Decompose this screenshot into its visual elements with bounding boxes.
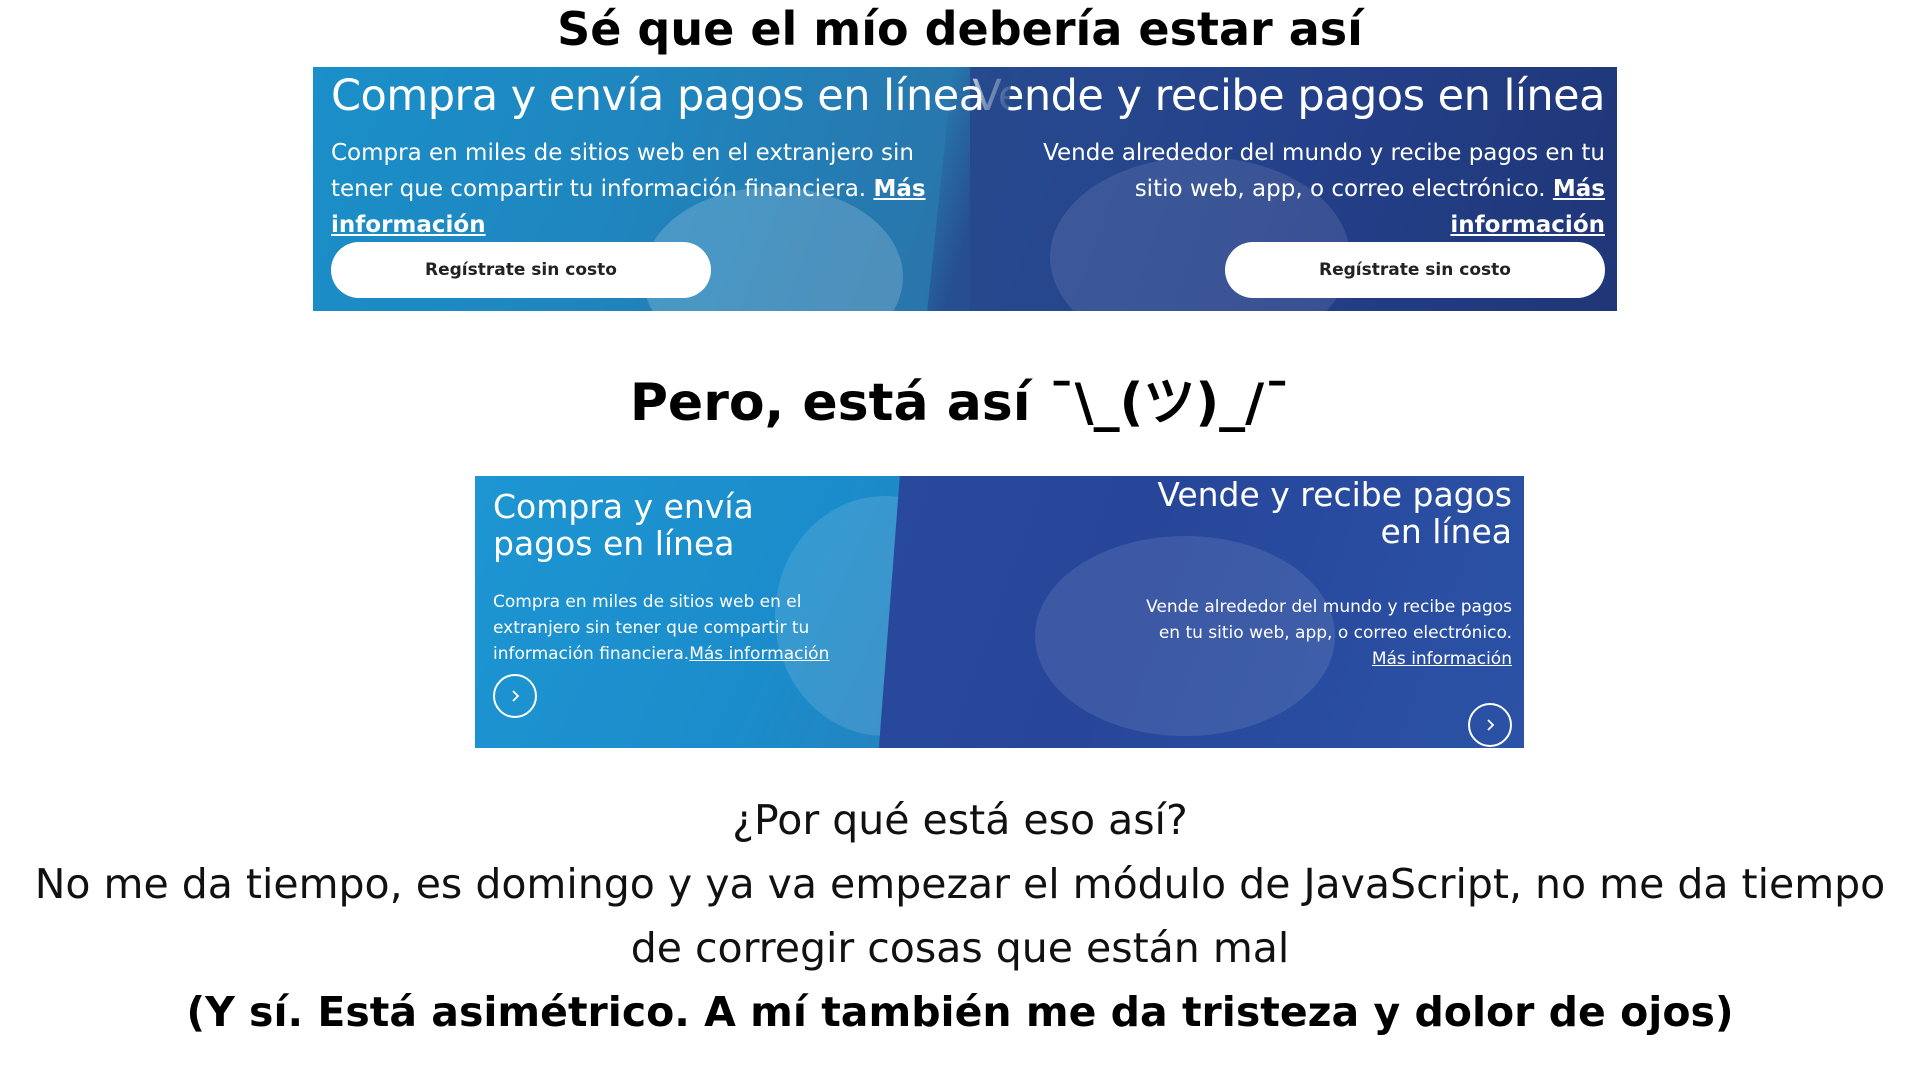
banner-actual-left-arrow-button[interactable] <box>493 674 537 718</box>
banner-actual-left-text: Compra en miles de sitios web en el extr… <box>493 589 833 667</box>
banner-expected-left-description: Compra en miles de sitios web en el extr… <box>331 140 914 202</box>
banner-actual-right-description: Vende alrededor del mundo y recibe pagos… <box>1146 597 1512 643</box>
banner-expected-right-text: Vende alrededor del mundo y recibe pagos… <box>1005 135 1605 243</box>
banner-expected-right-description: Vende alrededor del mundo y recibe pagos… <box>1043 140 1605 202</box>
banner-expected-right-title: Vende y recibe pagos en línea <box>972 71 1605 121</box>
bottom-text-block: ¿Por qué está eso así? No me da tiempo, … <box>0 788 1920 1044</box>
heading-expected: Sé que el mío debería estar así <box>557 2 1363 56</box>
banner-expected-left-signup-button[interactable]: Regístrate sin costo <box>331 242 711 298</box>
banner-expected-left-text: Compra en miles de sitios web en el extr… <box>331 135 951 243</box>
heading-actual: Pero, está así ¯\_(ツ)_/¯ <box>629 373 1291 433</box>
banner-expected: Compra y envía pagos en línea Compra en … <box>313 67 1617 311</box>
chevron-right-icon <box>512 690 520 702</box>
banner-actual-left-more-link[interactable]: Más información <box>689 644 829 664</box>
banner-expected-right-signup-button[interactable]: Regístrate sin costo <box>1225 242 1605 298</box>
banner-actual-left-title: Compra y envía pagos en línea <box>493 487 754 563</box>
chevron-right-icon <box>1487 719 1495 731</box>
banner-actual: Compra y envía pagos en línea Compra en … <box>475 476 1524 748</box>
bottom-explanation: No me da tiempo, es domingo y ya va empe… <box>34 860 1886 972</box>
banner-expected-left-title: Compra y envía pagos en línea <box>331 71 985 121</box>
banner-actual-right-text: Vende alrededor del mundo y recibe pagos… <box>1142 594 1512 672</box>
bottom-question: ¿Por qué está eso así? <box>732 796 1188 844</box>
banner-actual-right-more-link[interactable]: Más información <box>1372 649 1512 669</box>
banner-expected-left-panel: Compra y envía pagos en línea Compra en … <box>313 67 985 311</box>
banner-expected-right-panel: Vende y recibe pagos en línea Vende alre… <box>970 67 1617 311</box>
banner-actual-right-title: Vende y recibe pagos en línea <box>1157 476 1512 551</box>
bottom-note: (Y sí. Está asimétrico. A mí también me … <box>186 988 1734 1036</box>
banner-actual-right-arrow-button[interactable] <box>1468 703 1512 747</box>
